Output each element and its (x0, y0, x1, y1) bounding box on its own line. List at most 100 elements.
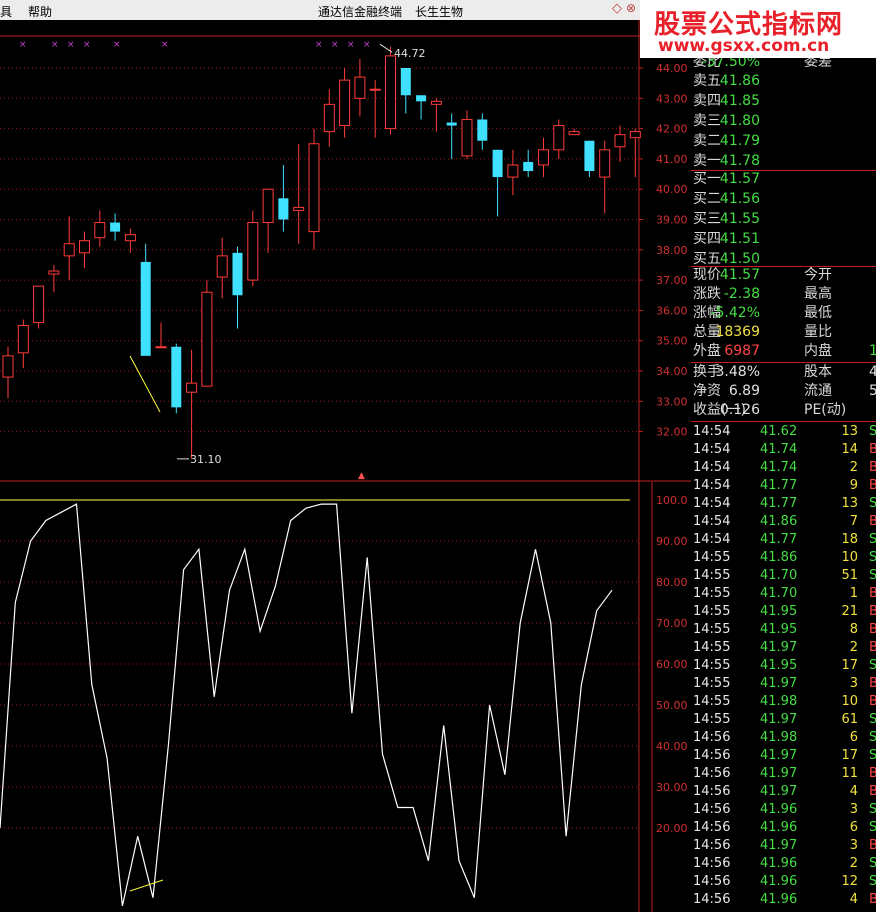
tick-time: 14:56 (693, 856, 731, 871)
period-marker: ▲ (358, 471, 365, 481)
tick-price: 41.96 (760, 856, 798, 871)
tick-row: 14:56 41.98 6 S (691, 729, 876, 747)
tick-time: 14:55 (693, 640, 731, 655)
tick-price: 41.77 (760, 478, 798, 493)
tick-time: 14:55 (693, 586, 731, 601)
quote-label: 涨跌 (693, 286, 721, 302)
tick-row: 14:54 41.74 2 B (691, 459, 876, 477)
candle-body (48, 270, 60, 275)
quote-value: 6987 (724, 343, 760, 359)
tick-time: 14:56 (693, 838, 731, 853)
candle-body (538, 149, 549, 166)
tick-time: 14:55 (693, 604, 731, 619)
tick-price: 41.86 (760, 514, 798, 529)
tick-time: 14:54 (693, 442, 731, 457)
tick-volume: 3 (849, 838, 858, 853)
buy-level-label: 买一 (693, 171, 721, 187)
quote-label-2: 最高 (804, 286, 832, 302)
tick-time: 14:56 (693, 784, 731, 799)
candle-body (584, 140, 595, 172)
tick-side: S (869, 820, 876, 835)
price-axis-label: 35.00 (656, 335, 688, 348)
tick-volume: 13 (841, 424, 858, 439)
tick-row: 14:55 41.98 10 B (691, 693, 876, 711)
tick-volume: 6 (849, 730, 858, 745)
quote-row: 卖四 41.85 (691, 92, 876, 111)
tick-row: 14:55 41.70 51 S (691, 567, 876, 585)
price-axis-label: 32.00 (656, 426, 688, 439)
buy-level-label: 买四 (693, 231, 721, 247)
sell-level-label: 卖二 (693, 133, 721, 149)
price-axis-label: 34.00 (656, 365, 688, 378)
tick-price: 41.98 (760, 730, 798, 745)
ind-axis-label: 80.00 (656, 576, 688, 589)
candle-body (247, 222, 259, 281)
tick-time: 14:56 (693, 802, 731, 817)
quote-value: -5.42% (710, 305, 760, 321)
candle-body (216, 255, 228, 278)
tick-price: 41.97 (760, 748, 798, 763)
candle-body (201, 291, 213, 387)
signal-x-marker: × (363, 40, 371, 50)
candle-body (339, 79, 351, 127)
tick-volume: 11 (841, 766, 858, 781)
buy-level-label: 买二 (693, 191, 721, 207)
tick-side: B (869, 604, 876, 619)
tick-side: S (869, 568, 876, 583)
tick-price: 41.96 (760, 892, 798, 907)
tick-row: 14:56 41.96 4 B (691, 891, 876, 909)
tick-row: 14:55 41.86 10 S (691, 549, 876, 567)
tick-volume: 8 (849, 622, 858, 637)
tick-side: S (869, 424, 876, 439)
tick-volume: 13 (841, 496, 858, 511)
quote-row: 买一 41.57 (691, 170, 876, 189)
tick-price: 41.98 (760, 694, 798, 709)
tick-side: B (869, 838, 876, 853)
tick-volume: 3 (849, 676, 858, 691)
quote-row: 卖二 41.79 (691, 132, 876, 151)
price-axis-label: 37.00 (656, 274, 688, 287)
signal-x-marker: × (161, 40, 169, 50)
tick-price: 41.70 (760, 568, 798, 583)
signal-x-marker: × (331, 40, 339, 50)
candle-body (614, 134, 626, 148)
tick-row: 14:55 41.97 2 B (691, 639, 876, 657)
tick-time: 14:56 (693, 730, 731, 745)
tick-side: B (869, 694, 876, 709)
sell-level-price: 41.78 (719, 153, 760, 169)
tick-row: 14:55 41.97 61 S (691, 711, 876, 729)
tick-row: 14:55 41.97 3 B (691, 675, 876, 693)
tick-volume: 2 (849, 460, 858, 475)
candle-body (568, 131, 580, 136)
tick-price: 41.96 (760, 820, 798, 835)
tick-row: 14:55 41.95 21 B (691, 603, 876, 621)
tick-volume: 4 (849, 784, 858, 799)
tick-volume: 6 (849, 820, 858, 835)
candle-body (599, 149, 611, 178)
kline-chart[interactable]: 44.00 43.00 42.00 41.00 40.00 39.00 38.00 37.00… (0, 0, 691, 912)
tick-row: 14:56 41.97 4 B (691, 783, 876, 801)
quote-row: 收益(一) 0.126 PE(动) (691, 401, 876, 420)
ind-axis-label: 70.00 (656, 617, 688, 630)
tick-time: 14:56 (693, 874, 731, 889)
price-axis-label: 39.00 (656, 214, 688, 227)
tick-price: 41.97 (760, 712, 798, 727)
tick-volume: 21 (841, 604, 858, 619)
tick-side: B (869, 892, 876, 907)
sell-level-price: 41.86 (719, 73, 760, 89)
tick-time: 14:55 (693, 568, 731, 583)
tick-row: 14:56 41.97 3 B (691, 837, 876, 855)
ind-axis-label: 50.00 (656, 699, 688, 712)
quote-label-2: 量比 (804, 324, 832, 340)
sell-level-price: 41.79 (719, 133, 760, 149)
signal-x-marker: × (347, 40, 355, 50)
tick-row: 14:56 41.96 3 S (691, 801, 876, 819)
tick-side: B (869, 640, 876, 655)
tick-volume: 3 (849, 802, 858, 817)
sell-level-price: 41.80 (719, 113, 760, 129)
quote-label: 净资 (693, 383, 721, 399)
buy-level-price: 41.51 (719, 231, 760, 247)
tick-row: 14:56 41.96 6 S (691, 819, 876, 837)
candle-body (262, 188, 274, 224)
tick-price: 41.74 (760, 460, 798, 475)
